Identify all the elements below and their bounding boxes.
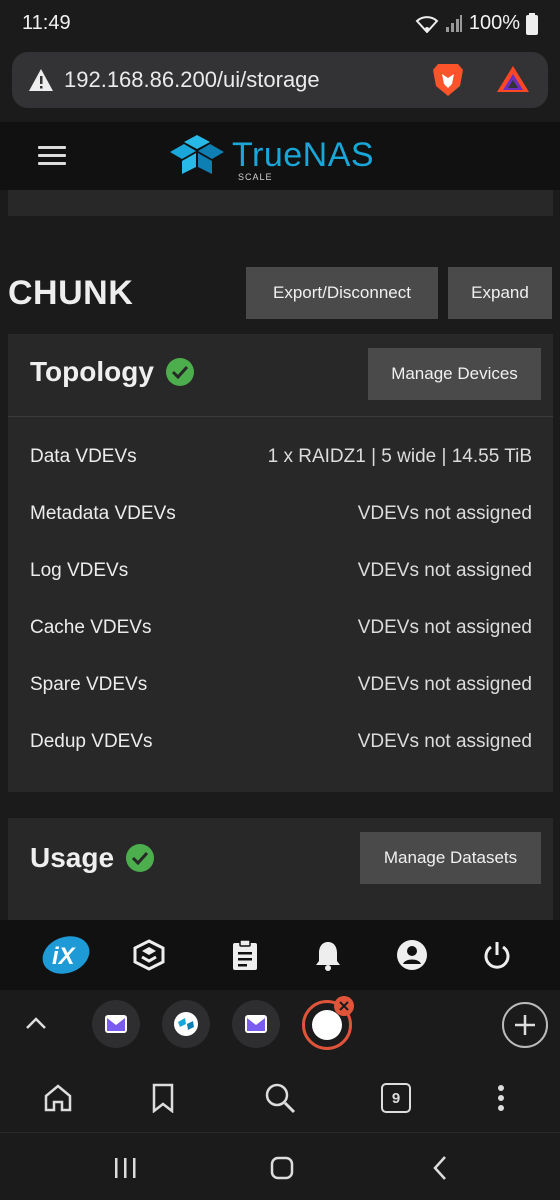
recent-apps-button[interactable] [110,1153,140,1183]
address-bar[interactable]: 192.168.86.200/ui/storage [12,52,548,108]
status-time: 11:49 [22,12,71,34]
row-label: Spare VDEVs [30,674,148,695]
row-value: 1 x RAIDZ1 | 5 wide | 14.55 TiB [267,446,532,467]
row-value: VDEVs not assigned [357,560,532,581]
truenas-logo[interactable]: TrueNAS SCALE [166,132,374,182]
topology-title: Topology [30,356,154,387]
mail-icon [245,1015,267,1033]
back-button[interactable] [425,1153,455,1183]
more-vertical-icon [498,1085,504,1111]
recent-apps-icon [115,1158,136,1178]
row-label: Data VDEVs [30,446,137,467]
plus-icon [515,1015,535,1035]
row-value: VDEVs not assigned [357,617,532,638]
row-label: Cache VDEVs [30,617,152,638]
new-tab-button[interactable] [502,1002,548,1048]
account-circle-icon[interactable] [395,938,429,972]
bookmark-icon [152,1083,174,1113]
mail-icon [105,1015,127,1033]
tab-count: 9 [381,1083,411,1113]
battery-icon [526,12,538,35]
row-value: VDEVs not assigned [357,674,532,695]
bookmark-button[interactable] [143,1078,183,1118]
home-nav-icon [270,1156,294,1180]
hamburger-menu-button[interactable] [38,146,66,166]
storage-page: CHUNK Export/Disconnect Expand Topology … [0,190,560,920]
row-value: VDEVs not assigned [357,503,532,524]
manage-devices-button[interactable]: Manage Devices [368,348,541,400]
check-circle-icon [165,358,194,386]
browser-tab-strip [0,990,560,1062]
browser-toolbar: 9 [0,1062,560,1132]
clipboard-icon[interactable] [228,938,262,972]
row-label: Log VDEVs [30,560,129,581]
divider [8,416,553,417]
usage-title: Usage [30,842,115,873]
back-icon [433,1156,446,1180]
search-icon [265,1083,296,1114]
brave-shield-icon[interactable] [432,62,464,98]
brand-edition: SCALE [238,172,273,182]
manage-datasets-button[interactable]: Manage Datasets [360,832,541,884]
home-icon [44,1084,72,1112]
close-tab-icon[interactable] [334,996,354,1016]
row-value: VDEVs not assigned [357,731,532,752]
status-bar: 11:49 100% [0,0,560,48]
app-bottom-bar: iX [0,920,560,990]
tab-proton-mail-2[interactable] [232,1000,280,1048]
tab-truenas[interactable] [162,1000,210,1048]
battery-percent: 100% [468,12,520,34]
home-button[interactable] [38,1078,78,1118]
truecommand-icon[interactable] [132,938,166,972]
svg-text:iX: iX [52,943,77,970]
brand-name: TrueNAS [232,136,375,174]
active-tab-icon [312,1010,342,1040]
bell-icon[interactable] [311,938,345,972]
more-menu-button[interactable] [481,1078,521,1118]
system-nav-bar [0,1132,560,1200]
wifi-icon [415,15,439,33]
tab-proton-mail-1[interactable] [92,1000,140,1048]
usage-card: Usage Manage Datasets [8,818,553,920]
brave-rewards-icon[interactable] [496,64,530,94]
pool-name: CHUNK [8,274,134,312]
row-label: Dedup VDEVs [30,731,153,752]
signal-icon [445,14,462,32]
row-label: Metadata VDEVs [30,503,176,524]
app-header: TrueNAS SCALE [0,122,560,190]
truenas-tab-icon [174,1012,198,1036]
power-icon[interactable] [480,938,514,972]
check-circle-icon [126,844,155,872]
previous-card [8,190,553,216]
expand-button[interactable]: Expand [448,267,552,319]
truenas-mark-icon [170,135,224,174]
chevron-up-icon[interactable] [24,1012,48,1036]
ix-logo-icon[interactable]: iX [40,934,92,976]
home-nav-button[interactable] [267,1153,297,1183]
warning-icon[interactable] [28,68,54,92]
export-disconnect-button[interactable]: Export/Disconnect [246,267,438,319]
url-text[interactable]: 192.168.86.200/ui/storage [64,67,320,93]
topology-card: Topology Manage Devices Data VDEVs 1 x R… [8,334,553,792]
tab-switcher-button[interactable]: 9 [376,1078,416,1118]
search-button[interactable] [260,1078,300,1118]
